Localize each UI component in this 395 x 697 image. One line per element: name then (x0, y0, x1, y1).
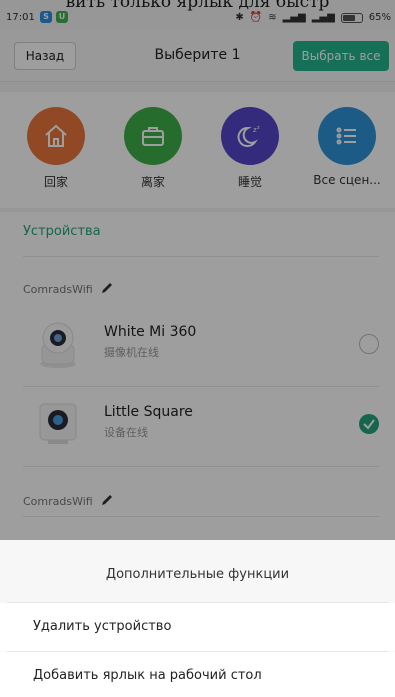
clipped-caption: вить только ярлык для быстр (65, 0, 330, 12)
delete-device-item[interactable]: Удалить устройство (0, 603, 395, 651)
dim-overlay[interactable] (0, 0, 395, 540)
bottom-sheet: Дополнительные функции Удалить устройств… (0, 540, 395, 697)
sheet-title: Дополнительные функции (105, 567, 290, 582)
add-shortcut-item[interactable]: Добавить ярлык на рабочий стол (0, 652, 395, 697)
